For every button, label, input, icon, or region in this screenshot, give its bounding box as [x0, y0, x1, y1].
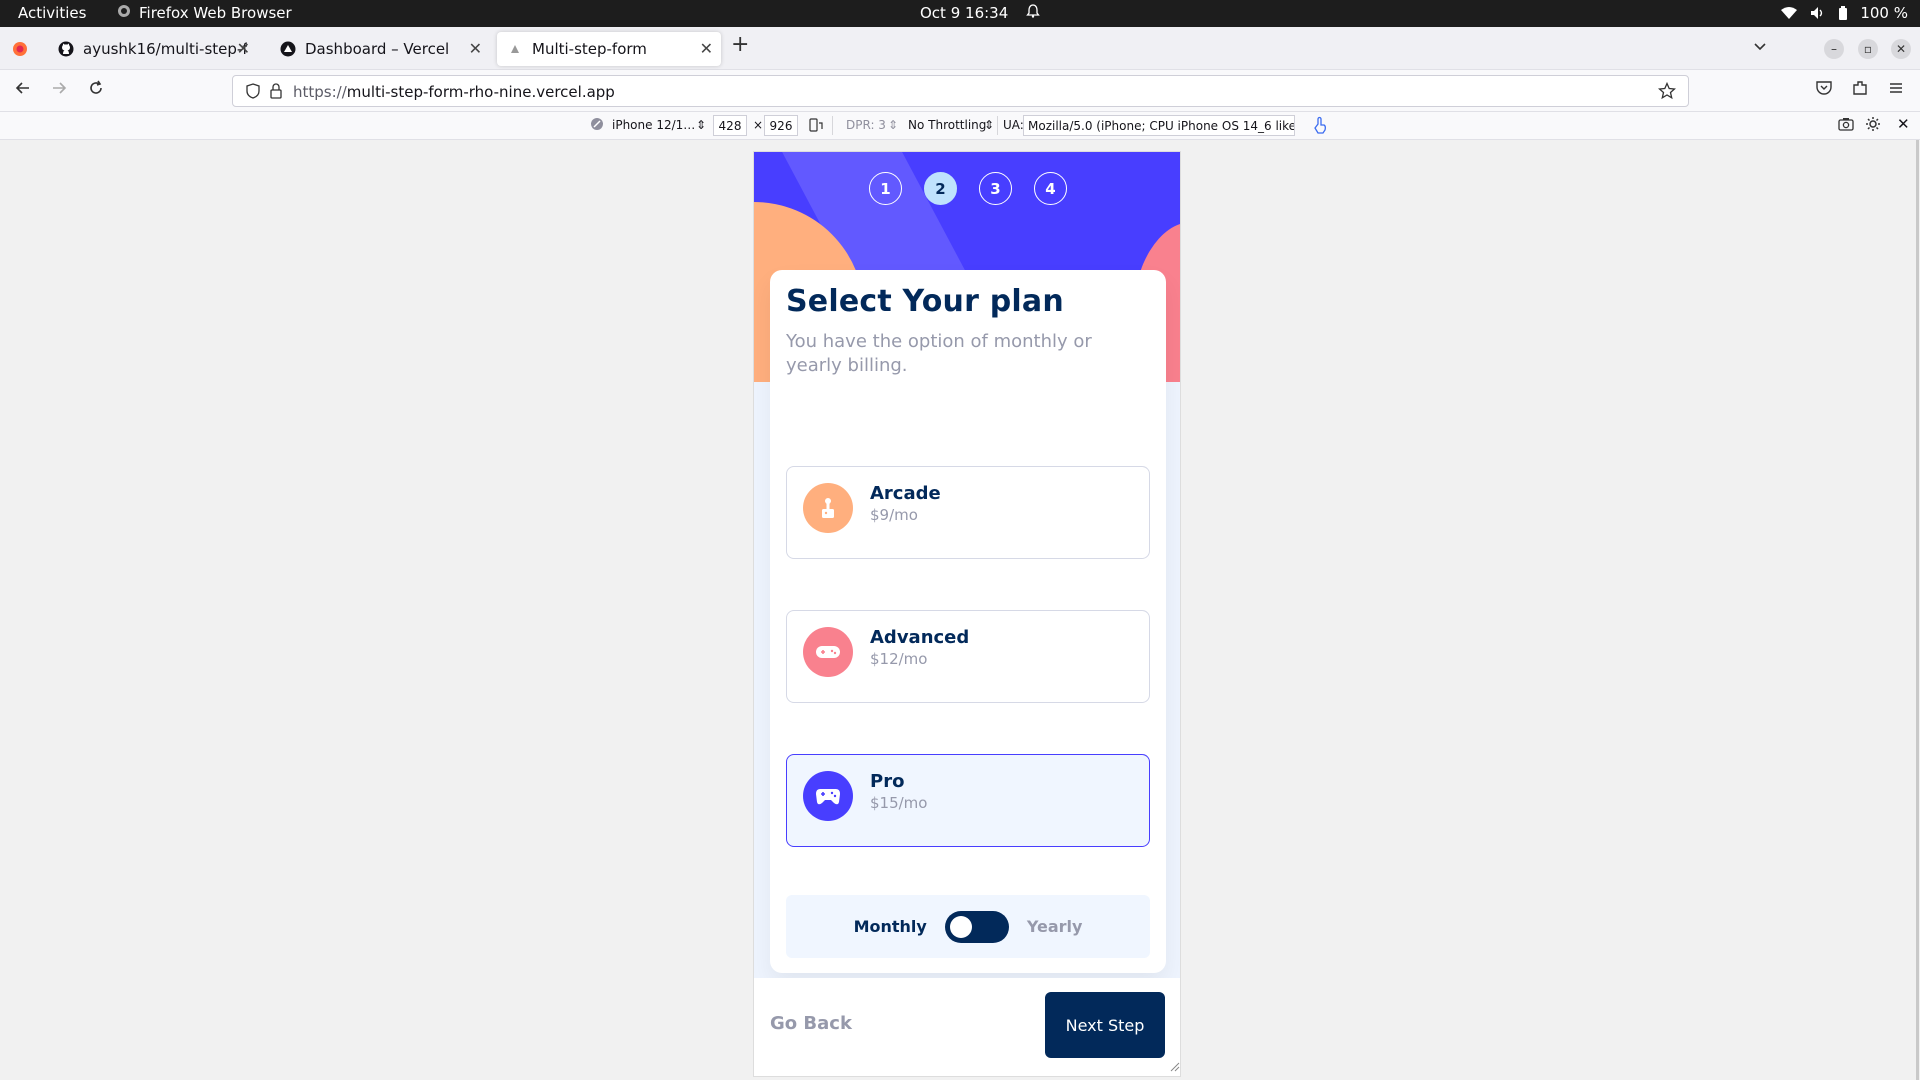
- page-subtitle: You have the option of monthly or yearly…: [786, 331, 1092, 376]
- back-arrow-icon[interactable]: [14, 79, 32, 102]
- resize-handle-icon[interactable]: [1168, 1057, 1180, 1076]
- vercel-icon: [280, 41, 296, 57]
- plan-option-arcade[interactable]: Arcade $9/mo: [786, 466, 1150, 559]
- wifi-icon: [1780, 6, 1798, 20]
- vercel-small-icon: [507, 41, 523, 57]
- pocket-icon[interactable]: [1815, 79, 1833, 102]
- date-label: Oct 9: [920, 4, 961, 22]
- yearly-label[interactable]: Yearly: [1027, 917, 1083, 936]
- page-title: Select Your plan: [786, 284, 1064, 319]
- system-top-bar: Activities Firefox Web Browser Oct 9 16:…: [0, 0, 1920, 27]
- tab-strip: ayushk16/multi-step-for ✕ Dashboard – Ve…: [0, 27, 1920, 70]
- screenshot-camera-icon[interactable]: [1838, 117, 1854, 134]
- github-icon: [58, 41, 74, 57]
- close-tab-icon[interactable]: ✕: [469, 39, 482, 58]
- dpr-chevron-icon[interactable]: ⇕: [888, 118, 898, 132]
- go-back-button[interactable]: Go Back: [770, 1013, 852, 1034]
- tab-label: Dashboard – Vercel: [305, 40, 450, 58]
- app-name: Firefox Web Browser: [139, 4, 292, 22]
- toggle-knob: [949, 915, 972, 938]
- new-tab-button[interactable]: +: [731, 32, 749, 57]
- user-agent-input[interactable]: Mozilla/5.0 (iPhone; CPU iPhone OS 14_6 …: [1023, 115, 1295, 136]
- emulated-viewport: 1 2 3 4 Select Your plan You have the op…: [753, 151, 1181, 1077]
- url-bar[interactable]: https://multi-step-form-rho-nine.vercel.…: [232, 75, 1689, 107]
- plan-price: $15/mo: [870, 794, 928, 812]
- tab-github[interactable]: ayushk16/multi-step-for ✕: [48, 32, 258, 66]
- tracking-shield-icon[interactable]: [245, 83, 261, 103]
- next-step-button[interactable]: Next Step: [1045, 992, 1165, 1058]
- plan-option-pro[interactable]: Pro $15/mo: [786, 754, 1150, 847]
- extensions-puzzle-icon[interactable]: [1851, 79, 1869, 102]
- step-1: 1: [869, 172, 902, 205]
- step-2: 2: [924, 172, 957, 205]
- device-selector-chevron-icon[interactable]: ⇕: [696, 118, 706, 132]
- app-menu[interactable]: Firefox Web Browser: [117, 4, 292, 22]
- form-card: Select Your plan You have the option of …: [770, 270, 1166, 973]
- billing-toggle-switch[interactable]: [944, 910, 1009, 943]
- time-label: 16:34: [965, 4, 1009, 22]
- url-text: https://multi-step-form-rho-nine.vercel.…: [293, 83, 615, 101]
- viewport-width-input[interactable]: 428: [713, 115, 747, 136]
- tab-label: Multi-step-form: [532, 40, 647, 58]
- firefox-icon: [117, 4, 131, 22]
- volume-icon: [1810, 6, 1826, 20]
- dpr-selector[interactable]: DPR: 3: [846, 118, 886, 132]
- system-tray[interactable]: 100 %: [1780, 4, 1908, 22]
- close-rdm-icon[interactable]: ✕: [1897, 115, 1910, 133]
- close-window-button[interactable]: ✕: [1891, 39, 1911, 59]
- touch-simulation-icon[interactable]: [1312, 116, 1328, 137]
- step-4: 4: [1034, 172, 1067, 205]
- settings-gear-icon[interactable]: [1865, 116, 1881, 135]
- step-indicator: 1 2 3 4: [754, 172, 1180, 205]
- page-scrollbar[interactable]: [1916, 140, 1919, 1080]
- firefox-view-icon[interactable]: [12, 41, 28, 61]
- responsive-design-toolbar: iPhone 12/1… ⇕ 428 × 926 DPR: 3 ⇕ No Thr…: [0, 112, 1920, 140]
- tab-label: ayushk16/multi-step-for: [83, 40, 247, 58]
- activities-button[interactable]: Activities: [18, 4, 86, 22]
- list-all-tabs-chevron-down-icon[interactable]: [1752, 38, 1768, 58]
- bookmark-star-icon[interactable]: [1657, 81, 1677, 104]
- lock-icon[interactable]: [269, 83, 283, 103]
- plan-price: $12/mo: [870, 650, 928, 668]
- notification-bell-icon: [1026, 4, 1041, 22]
- viewport-height-input[interactable]: 926: [764, 115, 798, 136]
- minimize-button[interactable]: –: [1824, 39, 1844, 59]
- plan-price: $9/mo: [870, 506, 918, 524]
- battery-level: 100 %: [1860, 4, 1908, 22]
- dimension-separator: ×: [753, 118, 764, 132]
- tab-vercel-dashboard[interactable]: Dashboard – Vercel ✕: [270, 32, 490, 66]
- arcade-icon: [803, 483, 853, 533]
- hamburger-menu-icon[interactable]: [1887, 79, 1905, 102]
- battery-icon: [1838, 5, 1848, 21]
- form-footer: Go Back Next Step: [754, 978, 1180, 1076]
- navigation-toolbar: https://multi-step-form-rho-nine.vercel.…: [0, 70, 1920, 112]
- clock[interactable]: Oct 9 16:34: [920, 4, 1041, 22]
- close-tab-icon[interactable]: ✕: [700, 39, 713, 58]
- plan-name: Pro: [870, 771, 905, 792]
- throttling-chevron-icon[interactable]: ⇕: [984, 118, 994, 132]
- device-icon: [590, 117, 604, 134]
- plan-name: Advanced: [870, 627, 970, 648]
- pro-controller-icon: [803, 771, 853, 821]
- throttling-selector[interactable]: No Throttling: [908, 118, 986, 132]
- tab-multi-step-form[interactable]: Multi-step-form ✕: [497, 32, 721, 66]
- forward-arrow-icon[interactable]: [50, 79, 68, 102]
- close-tab-icon[interactable]: ✕: [237, 39, 250, 58]
- reload-icon[interactable]: [87, 79, 105, 102]
- billing-toggle-row: Monthly Yearly: [786, 895, 1150, 958]
- restore-button[interactable]: ▫: [1858, 39, 1878, 59]
- plan-option-advanced[interactable]: Advanced $12/mo: [786, 610, 1150, 703]
- plan-name: Arcade: [870, 483, 941, 504]
- advanced-controller-icon: [803, 627, 853, 677]
- rotate-viewport-icon[interactable]: [808, 117, 824, 136]
- step-3: 3: [979, 172, 1012, 205]
- ua-label: UA:: [1003, 118, 1024, 132]
- device-selector[interactable]: iPhone 12/1…: [612, 118, 695, 132]
- monthly-label[interactable]: Monthly: [854, 917, 927, 936]
